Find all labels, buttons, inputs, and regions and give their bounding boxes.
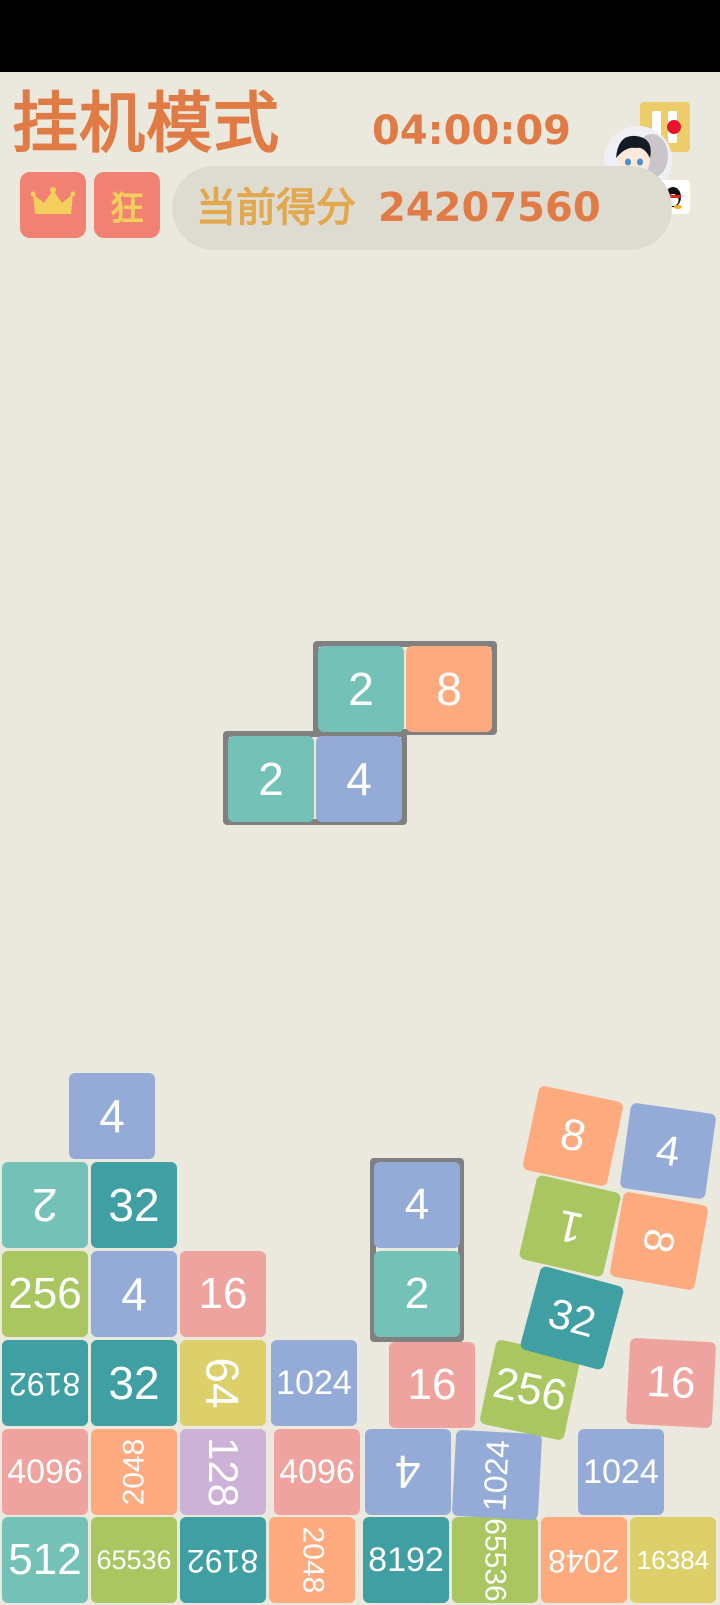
board-tile: 4096 (2, 1429, 88, 1515)
score-label: 当前得分 (196, 185, 356, 231)
score-value: 24207560 (378, 185, 601, 231)
board-tile: 4 (69, 1073, 155, 1159)
board-tile: 256 (2, 1251, 88, 1337)
record-indicator (667, 120, 681, 134)
board-tile: 2048 (541, 1517, 627, 1603)
falling-tile: 8 (406, 646, 492, 732)
board-tile: 4 (374, 1162, 460, 1248)
board-tile: 1024 (451, 1429, 543, 1521)
board-tile: 8192 (2, 1340, 88, 1426)
board-tile: 16384 (630, 1517, 716, 1603)
board-tile: 4 (619, 1102, 717, 1200)
board-tile: 2048 (269, 1517, 355, 1603)
falling-tile: 4 (316, 736, 402, 822)
mode-title: 挂机模式 (12, 85, 280, 162)
board-tile: 4096 (274, 1429, 360, 1515)
board-tile: 32 (91, 1162, 177, 1248)
board-tile: 1024 (271, 1340, 357, 1426)
status-bar (0, 0, 720, 72)
board-tile: 2 (374, 1251, 460, 1337)
rank-badge[interactable]: 狂 (94, 172, 160, 238)
board-tile: 2048 (91, 1429, 177, 1515)
board-tile: 65536 (91, 1517, 177, 1603)
board-tile: 16 (389, 1342, 475, 1428)
board-tile: 2 (2, 1162, 88, 1248)
falling-tile: 2 (318, 646, 404, 732)
board-tile: 65536 (452, 1517, 538, 1603)
board-tile: 32 (91, 1340, 177, 1426)
board-tile: 4 (365, 1429, 451, 1515)
board-tile: 8 (609, 1191, 709, 1291)
crown-icon (30, 186, 76, 225)
board-tile: 4 (91, 1251, 177, 1337)
board-tile: 1 (518, 1174, 622, 1278)
board-tile: 128 (180, 1429, 266, 1515)
board-tile: 8192 (363, 1517, 449, 1603)
board-tile: 8192 (180, 1517, 266, 1603)
board-tile: 512 (2, 1517, 88, 1603)
game-timer: 04:00:09 (372, 108, 571, 154)
board-tile: 16 (625, 1337, 717, 1429)
rank-badge-label: 狂 (110, 188, 144, 229)
board-tile: 64 (180, 1340, 266, 1426)
board-tile: 16 (180, 1251, 266, 1337)
board-tile: 8 (521, 1084, 625, 1188)
board-tile: 1024 (578, 1429, 664, 1515)
falling-tile: 2 (228, 736, 314, 822)
crown-badge[interactable] (20, 172, 86, 238)
